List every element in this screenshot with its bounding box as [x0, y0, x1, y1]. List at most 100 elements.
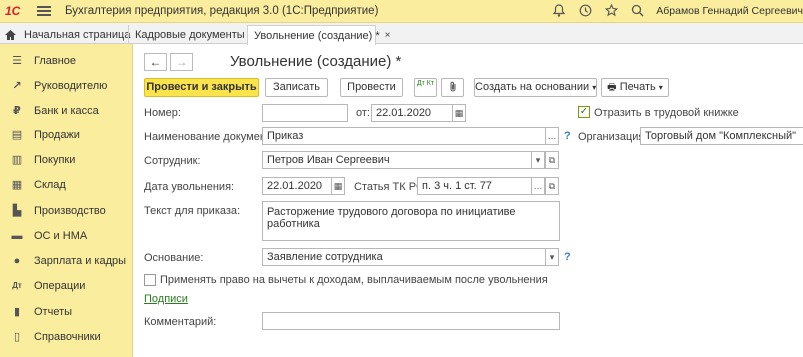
sidebar-item-label: Главное — [34, 55, 77, 67]
chevron-down-icon: ▾ — [592, 83, 597, 92]
sidebar-item-label: Отчеты — [34, 306, 73, 318]
sidebar-item-purchases[interactable]: ▥ Покупки — [0, 150, 133, 170]
sales-icon: ▤ — [11, 129, 23, 141]
calendar-icon[interactable]: ▦ — [331, 177, 345, 195]
dismissal-date-field[interactable]: 22.01.2020 — [262, 177, 332, 195]
create-based-on-button[interactable]: Создать на основании ▾ — [474, 78, 597, 97]
attachment-icon[interactable] — [441, 78, 464, 97]
sidebar-item-manager[interactable]: ↗ Руководителю — [0, 76, 133, 96]
create-based-on-label: Создать на основании — [475, 81, 590, 93]
deductions-checkbox[interactable] — [144, 274, 156, 286]
menu-icon: ☰ — [12, 55, 22, 67]
organization-field[interactable]: Торговый дом "Комплексный" — [640, 127, 803, 145]
comment-field[interactable] — [262, 312, 560, 330]
save-button[interactable]: Записать — [265, 78, 328, 97]
sidebar-item-bank[interactable]: ₽ Банк и касса — [0, 101, 133, 121]
basis-label: Основание: — [144, 252, 204, 264]
sidebar: ☰ Главное ↗ Руководителю ₽ Банк и касса … — [0, 44, 133, 357]
star-icon[interactable] — [604, 3, 618, 18]
sidebar-item-reports[interactable]: ▮ Отчеты — [0, 302, 133, 322]
open-icon[interactable]: ⧉ — [545, 177, 559, 195]
sidebar-item-directories[interactable]: ▯ Справочники — [0, 327, 133, 347]
sidebar-item-salary[interactable]: ● Зарплата и кадры — [0, 251, 133, 271]
printer-icon: 🖶 — [607, 82, 617, 93]
title-bar: 1C Бухгалтерия предприятия, редакция 3.0… — [0, 0, 803, 23]
print-label: Печать — [619, 81, 656, 93]
basis-field[interactable]: Заявление сотрудника — [262, 248, 546, 266]
sidebar-item-label: Склад — [34, 179, 66, 191]
chevron-down-icon[interactable]: ▾ — [545, 248, 559, 266]
bank-icon: ₽ — [13, 105, 21, 117]
sidebar-item-label: Справочники — [34, 331, 101, 343]
back-button[interactable]: ← — [144, 53, 167, 71]
dt-kt-icon[interactable]: Дт Кт — [414, 78, 437, 97]
close-icon[interactable]: × — [385, 30, 391, 41]
user-name[interactable]: Абрамов Геннадий Сергеевич — [656, 5, 803, 17]
order-text-label: Текст для приказа: — [144, 205, 241, 217]
docname-label: Наименование документа: — [144, 131, 281, 143]
article-field[interactable]: п. 3 ч. 1 ст. 77 — [417, 177, 532, 195]
record-book-checkbox[interactable]: ✓ — [578, 106, 590, 118]
chevron-down-icon[interactable]: ▾ — [531, 151, 545, 169]
sidebar-item-label: ОС и НМА — [34, 230, 88, 242]
sidebar-item-main[interactable]: ☰ Главное — [0, 51, 133, 71]
sidebar-item-label: Руководителю — [34, 80, 108, 92]
sidebar-item-label: Производство — [34, 205, 106, 217]
person-icon: ● — [13, 255, 21, 267]
main-menu-icon[interactable] — [37, 6, 51, 16]
employee-label: Сотрудник: — [144, 155, 201, 167]
calendar-icon[interactable]: ▦ — [452, 104, 466, 122]
employee-field[interactable]: Петров Иван Сергеевич — [262, 151, 532, 169]
truck-icon: ▬ — [11, 230, 23, 242]
tab-label: Увольнение (создание) * — [254, 29, 380, 42]
ellipsis-button[interactable]: … — [545, 127, 559, 145]
bell-icon[interactable] — [552, 4, 566, 18]
print-button[interactable]: 🖶 Печать ▾ — [601, 78, 669, 97]
dismissal-date-label: Дата увольнения: — [144, 181, 235, 193]
help-icon[interactable]: ? — [564, 251, 571, 263]
number-label: Номер: — [144, 107, 181, 119]
sidebar-item-warehouse[interactable]: ▦ Склад — [0, 175, 133, 195]
sidebar-item-sales[interactable]: ▤ Продажи — [0, 125, 133, 145]
warehouse-icon: ▦ — [11, 179, 23, 191]
trend-icon: ↗ — [12, 80, 22, 92]
history-icon[interactable] — [578, 4, 592, 18]
tab-dismissal[interactable]: Увольнение (создание) * × — [247, 25, 391, 45]
tab-label: Кадровые документы — [135, 28, 245, 41]
sidebar-item-operations[interactable]: Дт Операции — [0, 276, 133, 296]
document-form: ← → Увольнение (создание) * Провести и з… — [134, 45, 803, 357]
tab-home-label: Начальная страница — [24, 28, 131, 41]
tab-bar: Начальная страница Кадровые документы × … — [0, 23, 803, 45]
chevron-down-icon: ▾ — [658, 83, 663, 92]
tab-home[interactable]: Начальная страница — [4, 25, 130, 44]
app-logo: 1C — [5, 4, 21, 18]
organization-label: Организация: — [578, 131, 648, 143]
sidebar-item-production[interactable]: ▙ Производство — [0, 201, 133, 221]
sidebar-item-label: Зарплата и кадры — [34, 255, 127, 267]
date-field[interactable]: 22.01.2020 — [371, 104, 453, 122]
help-icon[interactable]: ? — [564, 130, 571, 142]
search-icon[interactable] — [630, 4, 644, 18]
sidebar-item-fixed-assets[interactable]: ▬ ОС и НМА — [0, 226, 133, 246]
post-button[interactable]: Провести — [340, 78, 403, 97]
reports-icon: ▮ — [13, 306, 21, 318]
tab-hr-documents[interactable]: Кадровые документы × — [128, 25, 256, 44]
number-field[interactable] — [262, 104, 348, 122]
record-book-label: Отразить в трудовой книжке — [594, 107, 739, 119]
date-from-label: от: — [356, 107, 370, 119]
deductions-label: Применять право на вычеты к доходам, вып… — [160, 274, 548, 286]
post-and-close-button[interactable]: Провести и закрыть — [144, 78, 259, 97]
sidebar-item-label: Продажи — [34, 129, 80, 141]
order-text-field[interactable]: Расторжение трудового договора по инициа… — [262, 201, 560, 241]
forward-button[interactable]: → — [170, 53, 193, 71]
app-title: Бухгалтерия предприятия, редакция 3.0 (1… — [65, 5, 379, 17]
sidebar-item-label: Операции — [34, 280, 86, 292]
open-icon[interactable]: ⧉ — [545, 151, 559, 169]
ellipsis-button[interactable]: … — [531, 177, 545, 195]
docname-field[interactable]: Приказ — [262, 127, 546, 145]
comment-label: Комментарий: — [144, 316, 217, 328]
signatures-link[interactable]: Подписи — [144, 293, 188, 305]
cart-icon: ▥ — [11, 154, 23, 166]
operations-icon: Дт — [12, 281, 22, 290]
page-title: Увольнение (создание) * — [230, 53, 402, 70]
